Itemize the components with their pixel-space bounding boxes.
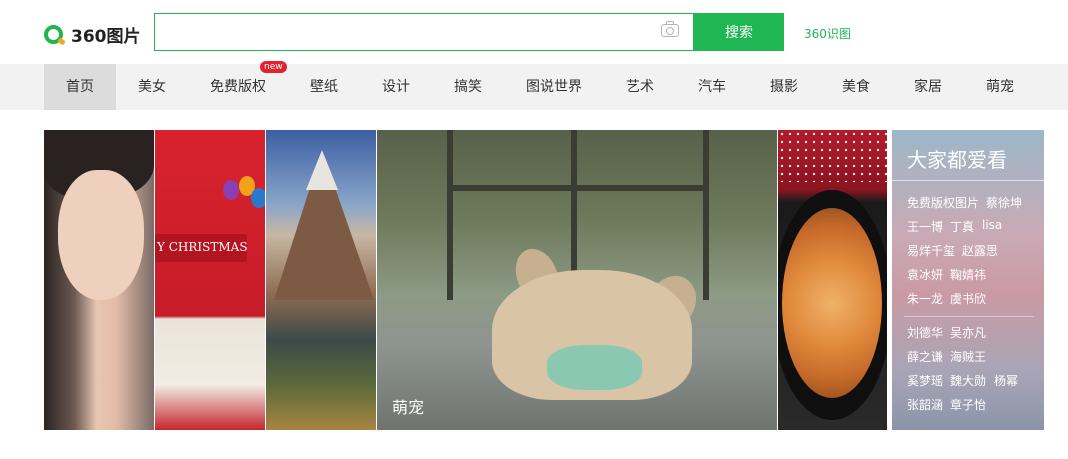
nav-item-food[interactable]: 美食 [820, 64, 892, 110]
logo[interactable]: 360图片 [44, 22, 141, 47]
balloon-icon [223, 180, 239, 200]
snow-peak-shape [306, 150, 338, 190]
tag-link[interactable]: 袁冰妍 [907, 266, 943, 283]
tag-link[interactable]: 奚梦瑶 [907, 372, 943, 389]
bulldog-mask-image[interactable]: 萌宠 [377, 130, 777, 430]
nav-item-home[interactable]: 首页 [44, 64, 116, 110]
nav-item-funny[interactable]: 搞笑 [432, 64, 504, 110]
tag-link[interactable]: 丁真 [950, 218, 974, 235]
nav-item-world-stories[interactable]: 图说世界 [504, 64, 604, 110]
tag-link[interactable]: 海贼王 [950, 348, 986, 365]
nav-item-art[interactable]: 艺术 [604, 64, 676, 110]
tag-link[interactable]: 薛之谦 [907, 348, 943, 365]
tag-link[interactable]: 王一博 [907, 218, 943, 235]
nav-item-photography[interactable]: 摄影 [748, 64, 820, 110]
tag-link[interactable]: 朱一龙 [907, 290, 943, 307]
logo-icon [44, 24, 63, 44]
nav-item-wallpaper[interactable]: 壁纸 [288, 64, 360, 110]
tag-link[interactable]: 蔡徐坤 [986, 194, 1022, 211]
christmas-image[interactable]: Y CHRISTMAS [155, 130, 265, 430]
tag-link[interactable]: 刘德华 [907, 324, 943, 341]
mountain-landscape-image[interactable] [266, 130, 376, 430]
nav-item-cars[interactable]: 汽车 [676, 64, 748, 110]
tag-link[interactable]: 张韶涵 [907, 396, 943, 413]
tag-link[interactable]: 魏大勋 [950, 372, 986, 389]
panel-title: 大家都爱看 [907, 148, 1007, 172]
search-box [154, 13, 694, 51]
category-nav: 首页 美女 免费版权 new 壁纸 设计 搞笑 图说世界 艺术 汽车 摄影 美食… [0, 61, 1068, 110]
camera-icon[interactable] [661, 21, 679, 37]
search-button[interactable]: 搜索 [694, 13, 784, 51]
face-shape [58, 170, 144, 300]
new-badge: new [260, 61, 287, 73]
nav-item-design[interactable]: 设计 [360, 64, 432, 110]
nav-item-pets[interactable]: 萌宠 [964, 64, 1036, 110]
tag-link[interactable]: 杨幂 [994, 372, 1018, 389]
face-mask-shape [547, 345, 642, 390]
portrait-woman-image[interactable] [44, 130, 154, 430]
christmas-text: Y CHRISTMAS [157, 240, 248, 254]
food-shape [782, 208, 882, 398]
tile-caption: 萌宠 [392, 398, 425, 417]
polka-dot-cloth [778, 130, 887, 182]
tag-link[interactable]: 虞书欣 [950, 290, 986, 307]
logo-text: 360图片 [71, 26, 141, 47]
tag-link[interactable]: 免费版权图片 [907, 194, 979, 211]
divider [892, 180, 1044, 181]
tag-link[interactable]: 鞠婧祎 [950, 266, 986, 283]
tag-link[interactable]: 章子怡 [950, 396, 986, 413]
nav-item-beauty[interactable]: 美女 [116, 64, 188, 110]
tag-link[interactable]: 赵露思 [962, 242, 998, 259]
nav-item-home-decor[interactable]: 家居 [892, 64, 964, 110]
tag-link[interactable]: 易烊千玺 [907, 242, 955, 259]
balloon-icon [251, 188, 265, 208]
food-bowl-image[interactable] [778, 130, 887, 430]
search-input[interactable] [163, 15, 657, 51]
popular-panel: 大家都爱看 免费版权图片 蔡徐坤 王一博 丁真 lisa 易烊千玺 赵露思 袁冰… [892, 130, 1044, 430]
tag-link[interactable]: lisa [982, 218, 1002, 232]
tag-link[interactable]: 吴亦凡 [950, 324, 986, 341]
divider [904, 316, 1034, 317]
image-recognition-link[interactable]: 360识图 [804, 25, 851, 42]
